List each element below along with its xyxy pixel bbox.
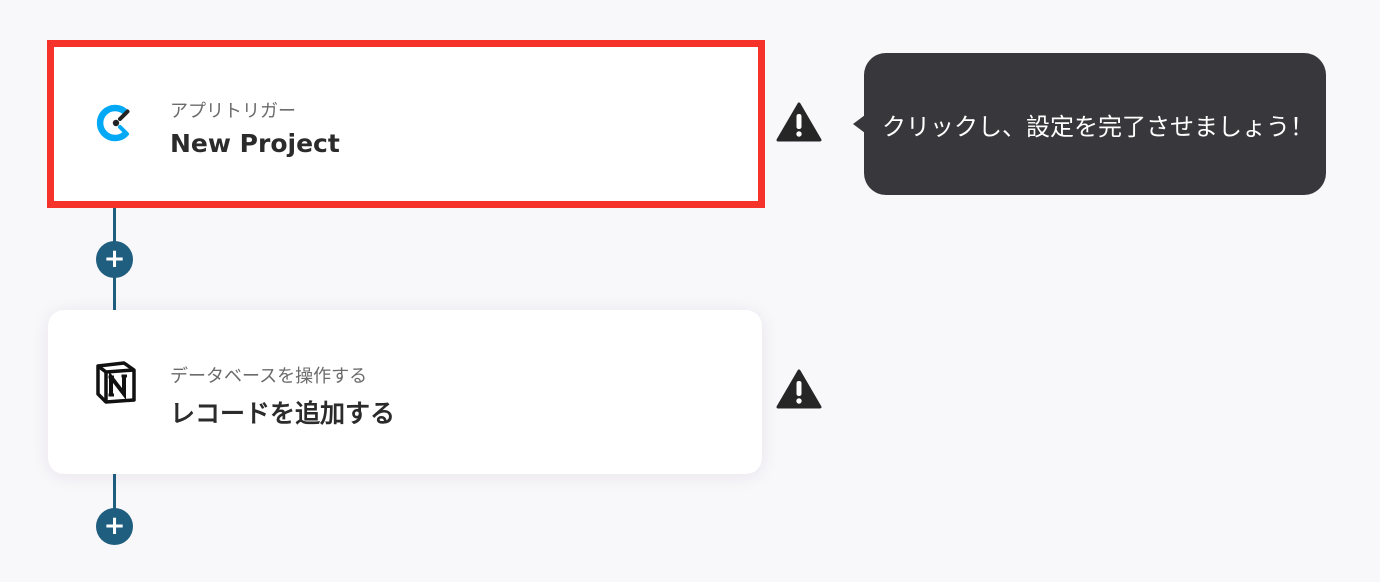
warning-icon xyxy=(776,369,822,409)
trigger-step-card[interactable]: アプリトリガー New Project xyxy=(47,40,765,208)
add-step-button[interactable]: + xyxy=(96,508,133,545)
setup-hint-tooltip: クリックし、設定を完了させましょう！ xyxy=(864,53,1326,195)
step-subtitle: データベースを操作する xyxy=(170,366,368,387)
step-subtitle: アプリトリガー xyxy=(170,101,296,122)
step-title: New Project xyxy=(170,129,340,158)
action-step-card[interactable]: データベースを操作する レコードを追加する xyxy=(48,310,762,474)
add-step-button[interactable]: + xyxy=(96,241,133,278)
step-title: レコードを追加する xyxy=(170,399,396,428)
warning-icon xyxy=(776,102,822,142)
tooltip-text: クリックし、設定を完了させましょう！ xyxy=(882,112,1314,141)
clockify-logo-icon xyxy=(96,104,130,142)
notion-logo-icon xyxy=(96,361,136,404)
